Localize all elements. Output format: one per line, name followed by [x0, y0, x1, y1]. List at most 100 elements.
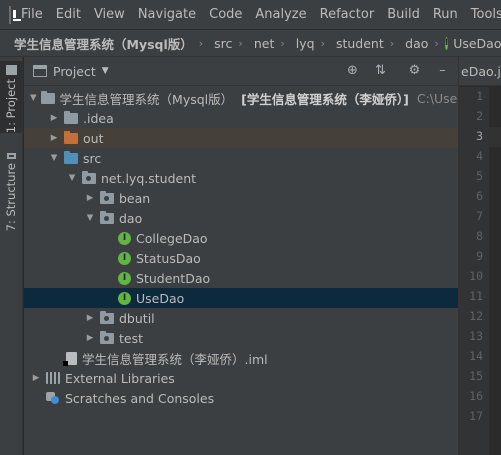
project-tree: ▼ 学生信息管理系统（Mysql版） [学生信息管理系统（李娅侨）] C:\Users…	[24, 86, 473, 408]
chevron-right-icon[interactable]: ▶	[84, 313, 96, 323]
chevron-right-icon: ›	[389, 36, 395, 50]
package-icon	[100, 330, 114, 344]
tree-item[interactable]: ▼ net.lyq.student	[24, 168, 458, 188]
project-tool-icon	[5, 65, 17, 75]
package-icon	[100, 310, 114, 324]
tree-item[interactable]: 学生信息管理系统（李娅侨）.iml	[24, 348, 458, 368]
breadcrumb-project[interactable]: 学生信息管理系统（Mysql版）	[14, 34, 193, 53]
chevron-right-icon[interactable]: ▶	[84, 333, 96, 343]
tree-item-label: dao	[119, 210, 143, 226]
line-number: 9	[476, 249, 483, 263]
breadcrumb-file[interactable]: UseDao	[453, 36, 501, 51]
chevron-right-icon[interactable]: ▶	[48, 113, 60, 123]
project-panel: Project ▼ ⊕ ⇅ ⚙ – ▼ 学生信息管理系统（Mysql版） [学生信息…	[24, 57, 473, 455]
folder-icon	[64, 110, 78, 124]
menu-item-tools[interactable]: Tools	[471, 7, 501, 22]
chevron-down-icon[interactable]: ▼	[30, 93, 37, 103]
line-number: 6	[476, 189, 483, 203]
interface-icon: I	[118, 291, 131, 305]
menu-item-view[interactable]: View	[94, 7, 125, 22]
tree-item[interactable]: ▼ src	[24, 148, 458, 168]
tree-item-label: Scratches and Consoles	[65, 390, 215, 406]
tree-item[interactable]: I StudentDao	[24, 268, 458, 288]
tree-item[interactable]: ▶ External Libraries	[24, 368, 458, 388]
tree-item[interactable]: ▶ out	[24, 128, 458, 148]
scratches-icon	[46, 392, 60, 404]
tree-item-label: 学生信息管理系统（李娅侨）.iml	[82, 351, 268, 367]
tree-item-label: StatusDao	[136, 250, 201, 266]
hide-panel-icon[interactable]: –	[435, 63, 450, 78]
tree-item[interactable]: Scratches and Consoles	[24, 388, 458, 408]
tab-project[interactable]: 1: Project	[0, 61, 22, 133]
line-number: 10	[469, 269, 483, 283]
tree-item-label: .idea	[83, 110, 114, 126]
breadcrumb-item-dao[interactable]: dao	[405, 36, 428, 51]
chevron-right-icon[interactable]: ▶	[30, 373, 42, 383]
tree-item[interactable]: ▶ .idea	[24, 108, 458, 128]
line-number: 7	[476, 209, 483, 223]
locate-icon[interactable]: ⊕	[345, 63, 360, 78]
chevron-down-icon[interactable]: ▼	[84, 213, 96, 223]
tree-item-label: bean	[119, 190, 151, 206]
chevron-down-icon[interactable]: ▼	[48, 153, 60, 163]
package-icon	[82, 170, 96, 184]
chevron-down-icon[interactable]: ▼	[66, 173, 78, 183]
tree-item[interactable]: ▶ dbutil	[24, 308, 458, 328]
tab-project-label: 1: Project	[4, 78, 18, 133]
chevron-right-icon[interactable]: ▶	[48, 133, 60, 143]
line-number: 16	[469, 389, 483, 403]
line-number: 15	[469, 369, 483, 383]
package-icon	[100, 210, 114, 224]
menu-item-code[interactable]: Code	[209, 7, 242, 22]
chevron-down-icon[interactable]: ▼	[102, 66, 109, 76]
tree-item[interactable]: ▼ dao	[24, 208, 458, 228]
tree-item[interactable]: I StatusDao	[24, 248, 458, 268]
tree-item[interactable]: I CollegeDao	[24, 228, 458, 248]
menu-item-refactor[interactable]: Refactor	[320, 7, 375, 22]
intellij-logo-icon	[9, 5, 21, 24]
tree-item-label: 学生信息管理系统（Mysql版）	[59, 91, 234, 107]
project-panel-header: Project ▼ ⊕ ⇅ ⚙ –	[24, 57, 458, 86]
chevron-right-icon: ›	[280, 36, 285, 50]
editor-tab-usedao[interactable]: eDao.ja	[459, 57, 501, 86]
line-number: 4	[476, 149, 483, 163]
gear-icon[interactable]: ⚙	[407, 63, 422, 78]
tree-item[interactable]: ▼ 学生信息管理系统（Mysql版） [学生信息管理系统（李娅侨）] C:\Users…	[24, 88, 473, 108]
tree-item-label: UseDao	[136, 290, 185, 306]
menu-item-navigate[interactable]: Navigate	[138, 7, 196, 22]
tree-item[interactable]: ▶ bean	[24, 188, 458, 208]
line-number: 12	[469, 309, 483, 323]
line-number-gutter: 1 2 3 4 5 6 7 8 9 10 11 12 13 14 15 16 17	[459, 87, 489, 455]
line-number: 14	[469, 349, 483, 363]
menu-item-run[interactable]: Run	[433, 7, 458, 22]
line-number: 3	[476, 129, 483, 143]
module-name-label: [学生信息管理系统（李娅侨）]	[241, 91, 409, 107]
tree-item[interactable]: I UseDao	[24, 288, 458, 308]
tab-structure[interactable]: 7: Structure	[0, 149, 22, 231]
chevron-right-icon[interactable]: ▶	[84, 193, 96, 203]
menu-item-file[interactable]: File	[21, 7, 43, 22]
line-number: 8	[476, 229, 483, 243]
line-number: 5	[476, 169, 483, 183]
collapse-all-icon[interactable]: ⇅	[373, 63, 388, 78]
chevron-right-icon: ›	[238, 36, 243, 50]
tree-item-label: CollegeDao	[136, 230, 208, 246]
chevron-right-icon: ›	[434, 36, 439, 50]
interface-icon: I	[444, 36, 449, 50]
breadcrumb-item-student[interactable]: student	[336, 36, 384, 51]
folder-icon	[40, 90, 55, 104]
line-number: 13	[469, 329, 483, 343]
tree-item-label: out	[83, 130, 104, 146]
interface-icon: I	[118, 251, 131, 265]
menu-item-edit[interactable]: Edit	[56, 7, 81, 22]
breadcrumb-item-src[interactable]: src	[214, 36, 232, 51]
line-number: 2	[476, 109, 483, 123]
project-view-selector[interactable]: Project	[53, 64, 96, 79]
breadcrumb: 学生信息管理系统（Mysql版） › src › net › lyq › stu…	[0, 29, 501, 57]
menu-item-build[interactable]: Build	[387, 7, 420, 22]
tree-item[interactable]: ▶ test	[24, 328, 458, 348]
menu-item-analyze[interactable]: Analyze	[255, 7, 306, 22]
breadcrumb-item-net[interactable]: net	[254, 36, 275, 51]
libraries-icon	[46, 372, 60, 384]
breadcrumb-item-lyq[interactable]: lyq	[296, 36, 315, 51]
